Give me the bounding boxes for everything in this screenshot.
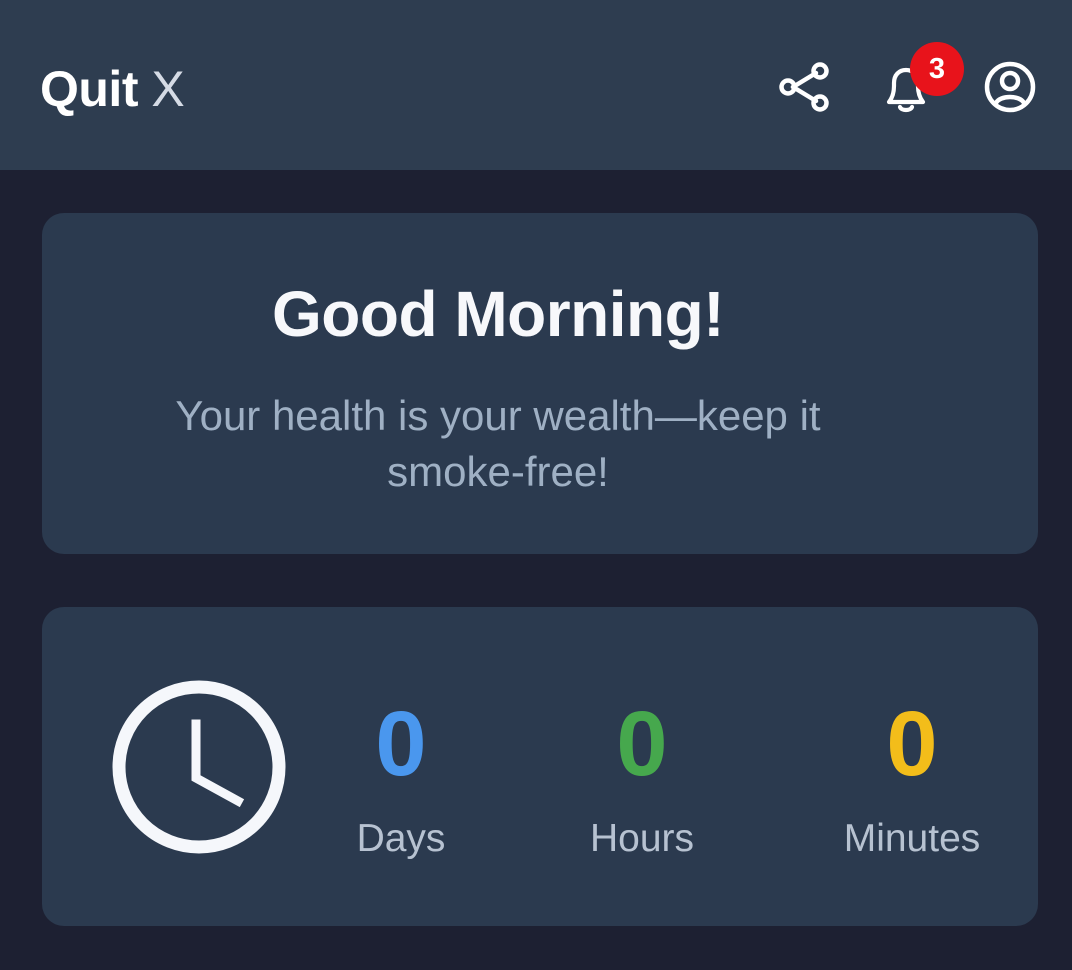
brand-name-primary: Quit	[40, 61, 138, 117]
app-logo: Quit X	[40, 58, 185, 120]
greeting-title: Good Morning!	[271, 278, 725, 350]
notification-count-badge: 3	[910, 42, 964, 96]
minutes-count: 0	[886, 693, 938, 795]
greeting-card	[42, 213, 1038, 554]
share-button[interactable]	[772, 55, 836, 119]
days-label: Days	[356, 817, 446, 860]
user-circle-icon	[984, 61, 1036, 113]
hours-count: 0	[616, 693, 668, 795]
share-icon	[779, 62, 829, 112]
profile-button[interactable]	[978, 55, 1042, 119]
minutes-label: Minutes	[843, 817, 981, 860]
greeting-subtitle: Your health is your wealth—keep it smoke…	[175, 392, 821, 495]
brand-name-secondary: X	[151, 61, 185, 117]
hours-label: Hours	[589, 817, 695, 860]
app-header: Quit X 3	[0, 0, 1072, 170]
clock-icon	[112, 680, 286, 854]
days-count: 0	[375, 693, 427, 795]
